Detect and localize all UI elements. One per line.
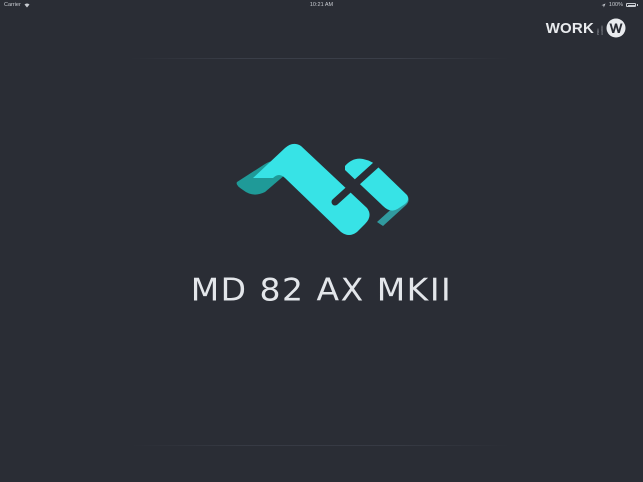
product-title: MD 82 AX MKII [190,270,453,309]
battery-percent: 100% [608,2,623,8]
brand-subtext: PRO AUDIO [596,25,604,35]
brand-logo: WORK PRO AUDIO [546,18,626,38]
footer-divider [130,445,510,446]
brand-name: WORK [545,19,594,37]
status-right: 100% [601,0,638,10]
battery-icon [626,3,636,7]
header-divider [130,58,510,59]
battery-tip [637,4,638,6]
w-circle-icon [606,18,626,38]
fold-ribbon-logo-icon [236,143,409,235]
app-screen: Carrier 10:21 AM 100% WORK PRO AUDIO MD … [0,0,643,482]
location-arrow-icon [601,3,606,7]
status-time: 10:21 AM [309,2,334,8]
battery-fill [627,4,635,6]
status-bar: Carrier 10:21 AM 100% [0,0,643,10]
